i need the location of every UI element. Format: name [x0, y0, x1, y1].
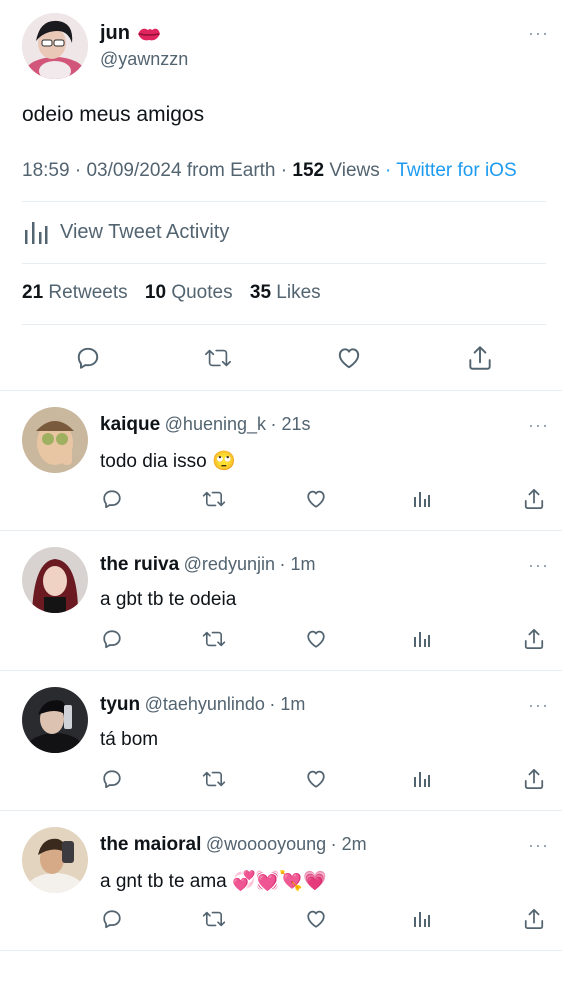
lipstick-emoji-icon: [136, 24, 162, 44]
reply-time[interactable]: 2m: [342, 834, 367, 854]
tweet-client[interactable]: Twitter for iOS: [396, 160, 516, 181]
views-count: 152: [292, 160, 325, 181]
reply-avatar[interactable]: [22, 687, 88, 753]
likes-label: Likes: [276, 282, 321, 303]
share-icon[interactable]: [520, 485, 548, 513]
divider: [0, 670, 562, 671]
bar-chart-icon: [22, 218, 48, 246]
reply-icon[interactable]: [98, 765, 126, 793]
heart-icon[interactable]: [302, 765, 330, 793]
reply-time[interactable]: 21s: [281, 414, 310, 434]
view-activity-label: View Tweet Activity: [60, 220, 230, 243]
retweets-stat[interactable]: 21 Retweets: [22, 282, 133, 303]
more-icon[interactable]: ···: [528, 836, 549, 854]
reply-icon[interactable]: [98, 625, 126, 653]
retweets-label: Retweets: [48, 282, 128, 303]
reply-author-handle[interactable]: @huening_k: [165, 414, 266, 434]
reply-text: todo dia isso: [100, 451, 207, 472]
retweets-count: 21: [22, 282, 44, 303]
divider: [0, 530, 562, 531]
quotes-stat[interactable]: 10 Quotes: [145, 282, 238, 303]
tweet-time[interactable]: 18:59: [22, 160, 70, 181]
retweet-icon[interactable]: [200, 905, 228, 933]
reply-author-handle[interactable]: @wooooyoung: [206, 834, 326, 854]
reply-avatar[interactable]: [22, 547, 88, 613]
divider: [0, 810, 562, 811]
quotes-count: 10: [144, 282, 167, 303]
divider: [22, 263, 546, 264]
retweet-icon[interactable]: [200, 765, 228, 793]
retweet-icon[interactable]: [204, 344, 232, 372]
tweet-location: from Earth: [186, 160, 276, 181]
reply-author-handle[interactable]: @redyunjin: [184, 554, 275, 574]
bar-chart-icon[interactable]: [408, 905, 436, 933]
reply-author-name[interactable]: the ruiva: [100, 554, 179, 575]
share-icon[interactable]: [520, 625, 548, 653]
heart-icon[interactable]: [302, 625, 330, 653]
divider: [22, 201, 546, 202]
heart-icon[interactable]: [302, 905, 330, 933]
reply-icon[interactable]: [74, 344, 102, 372]
view-activity-button[interactable]: View Tweet Activity: [22, 218, 229, 246]
reply-avatar[interactable]: [22, 827, 88, 893]
reply-author-name[interactable]: the maioral: [100, 834, 201, 855]
divider: [0, 950, 562, 951]
hearts-emoji-icon: 💞💓💘💗: [232, 870, 327, 892]
reply-author-name[interactable]: kaique: [100, 414, 160, 435]
author-name[interactable]: jun: [100, 22, 130, 45]
views-label: Views: [329, 160, 380, 181]
reply-avatar[interactable]: [22, 407, 88, 473]
reply-time[interactable]: 1m: [280, 694, 305, 714]
share-icon[interactable]: [520, 905, 548, 933]
more-icon[interactable]: ···: [528, 416, 549, 434]
reply-author-handle[interactable]: @taehyunlindo: [145, 694, 265, 714]
more-icon[interactable]: ···: [528, 556, 549, 574]
reply-text: tá bom: [100, 729, 159, 750]
reply-time[interactable]: 1m: [290, 554, 315, 574]
reply-text: a gbt tb te odeia: [100, 589, 237, 610]
bar-chart-icon[interactable]: [408, 625, 436, 653]
eye-roll-emoji-icon: 🙄: [211, 450, 236, 472]
heart-icon[interactable]: [335, 344, 363, 372]
bar-chart-icon[interactable]: [408, 765, 436, 793]
tweet-stats: 21 Retweets 10 Quotes 35 Likes: [22, 282, 321, 304]
reply-icon[interactable]: [98, 905, 126, 933]
divider: [22, 324, 546, 325]
heart-icon[interactable]: [302, 485, 330, 513]
tweet-text: odeio meus amigos: [22, 103, 205, 126]
likes-count: 35: [249, 282, 272, 303]
author-handle[interactable]: @yawnzzn: [100, 49, 188, 70]
author-avatar[interactable]: [22, 13, 88, 79]
reply-icon[interactable]: [98, 485, 126, 513]
bar-chart-icon[interactable]: [408, 485, 436, 513]
share-icon[interactable]: [466, 344, 494, 372]
reply-text: a gnt tb te ama: [100, 871, 227, 892]
tweet-meta: 18:59 · 03/09/2024 from Earth · 152 View…: [22, 160, 517, 181]
retweet-icon[interactable]: [200, 625, 228, 653]
retweet-icon[interactable]: [200, 485, 228, 513]
share-icon[interactable]: [520, 765, 548, 793]
tweet-date[interactable]: 03/09/2024: [86, 160, 181, 181]
more-icon[interactable]: ···: [528, 24, 549, 42]
reply-author-name[interactable]: tyun: [100, 694, 140, 715]
divider: [0, 390, 562, 391]
quotes-label: Quotes: [171, 282, 233, 303]
more-icon[interactable]: ···: [528, 696, 549, 714]
likes-stat[interactable]: 35 Likes: [250, 282, 321, 303]
